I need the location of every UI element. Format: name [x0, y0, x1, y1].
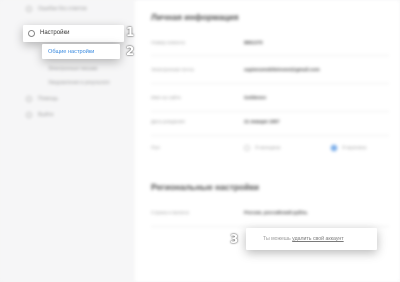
general-settings-callout[interactable]: Общие настройки: [42, 44, 120, 59]
delete-account-prefix: Ты можешь: [263, 236, 293, 242]
sidebar-item-label: Выйти: [38, 112, 54, 118]
delete-account-text: Ты можешь удалить свой аккаунт: [263, 236, 344, 242]
settings-callout[interactable]: Настройки: [23, 25, 124, 42]
step-number-1: 1: [126, 25, 135, 39]
gender-male-option[interactable]: Я мужчина: [331, 145, 366, 151]
client-number-value: 8861370: [244, 41, 263, 46]
username-label: Имя на сайте: [151, 96, 181, 101]
gear-icon: [28, 30, 35, 37]
gender-male-label: Я мужчина: [342, 145, 367, 151]
general-settings-label: Общие настройки: [48, 48, 95, 55]
divider: [151, 83, 389, 84]
settings-label: Настройки: [40, 30, 70, 36]
birthdate-value[interactable]: 21 января 1957: [244, 120, 280, 125]
sidebar: Ошибки без ответов Электронные письма Ув…: [0, 0, 135, 282]
country-label: Страна и валюта: [151, 211, 189, 216]
divider: [151, 226, 389, 227]
radio-male[interactable]: [331, 145, 337, 151]
step-number-3: 3: [230, 232, 239, 246]
divider: [151, 55, 389, 56]
gender-label: Пол: [151, 146, 160, 151]
birthdate-label: Дата рождения: [151, 120, 185, 125]
sidebar-item-label: Ошибки без ответов: [38, 6, 87, 12]
divider: [151, 135, 389, 136]
personal-info-title: Личная информация: [151, 12, 239, 22]
help-icon: [26, 96, 32, 102]
country-value[interactable]: Россия, российский рубль: [244, 211, 307, 216]
client-number-label: Номер клиента: [151, 41, 185, 46]
email-label: Электронная почта: [151, 68, 194, 73]
logout-icon: [26, 112, 32, 118]
pencil-icon: [26, 6, 32, 12]
sidebar-item-logout[interactable]: Выйти: [26, 112, 53, 118]
delete-account-callout: Ты можешь удалить свой аккаунт: [246, 228, 377, 250]
sidebar-sub-notifications[interactable]: Уведомления в результате: [48, 80, 110, 86]
sidebar-item-unanswered[interactable]: Ошибки без ответов: [26, 6, 87, 12]
sidebar-item-label: Помощь: [38, 96, 59, 102]
email-value[interactable]: sapiensmobileinvest@gmail.com: [244, 68, 320, 73]
username-value[interactable]: Goldenov: [244, 96, 266, 101]
regional-settings-title: Региональные настройки: [151, 182, 259, 192]
divider: [151, 111, 389, 112]
delete-account-link[interactable]: удалить свой аккаунт: [292, 236, 344, 242]
gender-female-option[interactable]: Я женщина: [244, 145, 280, 151]
sidebar-item-help[interactable]: Помощь: [26, 96, 58, 102]
gender-female-label: Я женщина: [255, 145, 281, 151]
sidebar-sub-email[interactable]: Электронные письма: [48, 66, 97, 72]
radio-female[interactable]: [244, 145, 250, 151]
step-number-2: 2: [126, 44, 135, 58]
